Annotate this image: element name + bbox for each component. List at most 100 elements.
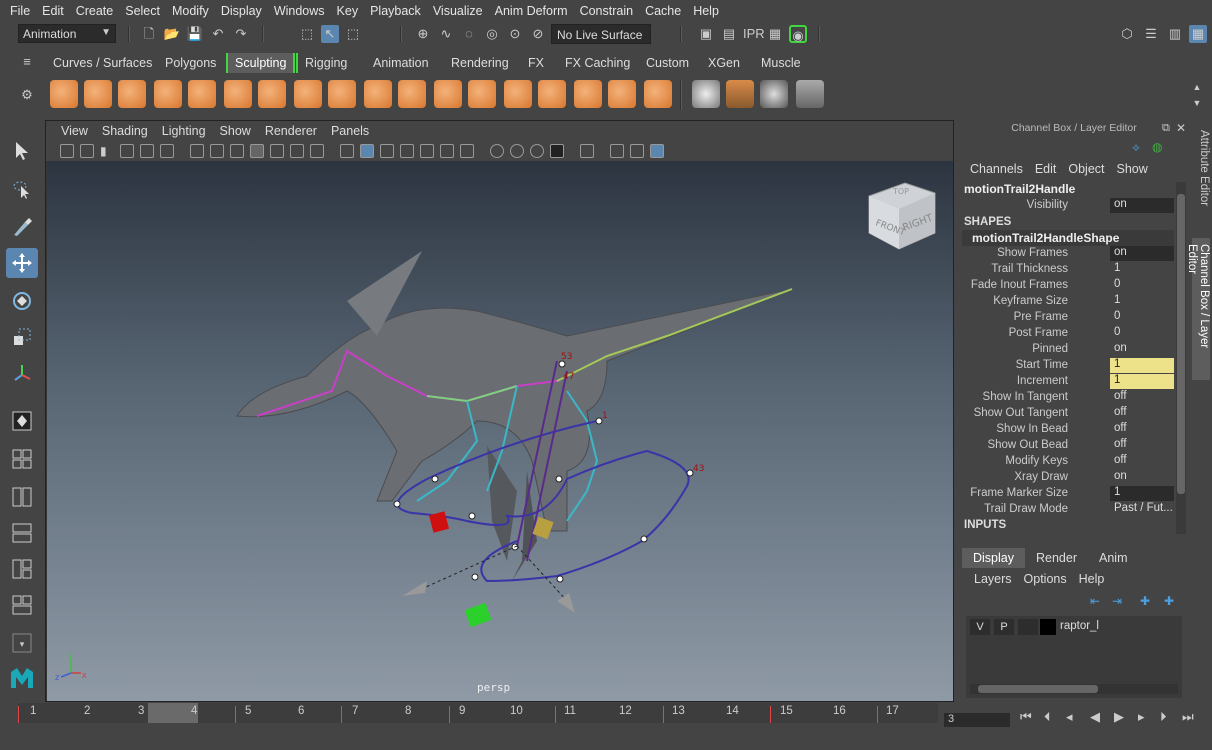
smear-brush-icon[interactable] (538, 80, 566, 108)
menu-anim-deform[interactable]: Anim Deform (489, 4, 574, 18)
channel-box-toggle-icon[interactable]: ▦ (1189, 25, 1207, 43)
select-hierarchy-icon[interactable]: ⬚ (298, 25, 316, 43)
channel-box-scrollbar[interactable] (1176, 182, 1186, 534)
sculpt-brush-icon[interactable] (50, 80, 78, 108)
image-plane-icon[interactable] (120, 144, 134, 158)
channel-row[interactable]: Modify Keys off (960, 454, 1174, 470)
channel-row[interactable]: Trail Thickness 1 (960, 262, 1174, 278)
step-forward-key-icon[interactable]: ▸ (1138, 709, 1145, 725)
channel-value[interactable]: off (1110, 438, 1174, 453)
tab-display[interactable]: Display (962, 548, 1025, 568)
persp-graph-layout-icon[interactable] (6, 518, 38, 548)
shelf-menu-icon[interactable]: ≡ (18, 53, 36, 71)
camera-attributes-icon[interactable] (80, 144, 94, 158)
viewport-menu-lighting[interactable]: Lighting (155, 124, 213, 138)
shelf-tab-sculpting[interactable]: Sculpting (226, 53, 296, 73)
channel-box-menu-channels[interactable]: Channels (964, 162, 1029, 176)
tab-anim[interactable]: Anim (1088, 548, 1138, 568)
persp-outliner-layout-icon[interactable] (6, 482, 38, 512)
convert-to-frozen-icon[interactable] (692, 80, 720, 108)
viewport-menu-view[interactable]: View (54, 124, 95, 138)
shelf-tab-xgen[interactable]: XGen (701, 53, 747, 73)
knife-brush-icon[interactable] (504, 80, 532, 108)
menu-create[interactable]: Create (70, 4, 120, 18)
select-component-icon[interactable]: ⬚ (344, 25, 362, 43)
freeze-brush-icon[interactable] (644, 80, 672, 108)
go-to-start-icon[interactable]: ⏮ (1020, 709, 1032, 725)
scrollbar-thumb[interactable] (1177, 194, 1185, 494)
repeat-brush-icon[interactable] (328, 80, 356, 108)
anti-aliasing-icon[interactable] (510, 144, 524, 158)
spray-brush-icon[interactable] (294, 80, 322, 108)
menu-key[interactable]: Key (331, 4, 365, 18)
channel-value[interactable]: 0 (1110, 326, 1174, 341)
xray-icon[interactable] (580, 144, 594, 158)
viewport-scene[interactable]: 53 47 43 1 FRONT RIGHT TOP y x z persp (47, 161, 953, 701)
shape-node-name[interactable]: motionTrail2HandleShape (962, 230, 1174, 246)
menu-set-dropdown[interactable]: Animation ▼ (18, 24, 116, 43)
viewport-menu-show[interactable]: Show (213, 124, 258, 138)
sync-icon[interactable]: ◍ (1152, 140, 1162, 154)
render-frame-icon[interactable]: ▤ (720, 25, 738, 43)
channel-value[interactable]: Past / Fut... (1110, 502, 1174, 517)
layer-menu-options[interactable]: Options (1018, 572, 1073, 586)
menu-modify[interactable]: Modify (166, 4, 215, 18)
channel-box-menu-show[interactable]: Show (1111, 162, 1154, 176)
four-view-layout-icon[interactable] (6, 444, 38, 474)
field-chart-icon[interactable] (270, 144, 284, 158)
new-empty-layer-icon[interactable]: ✚ (1140, 594, 1150, 608)
channel-row[interactable]: Increment 1 (960, 374, 1174, 390)
wireframe-on-shaded-icon[interactable] (380, 144, 394, 158)
tab-attribute-editor[interactable]: Attribute Editor (1192, 124, 1210, 234)
move-layer-down-icon[interactable]: ⇥ (1112, 594, 1122, 608)
time-slider[interactable]: 1 2 3 4 5 6 7 8 9 10 11 12 13 14 15 16 1… (0, 703, 1212, 750)
channel-value[interactable]: off (1110, 422, 1174, 437)
safe-action-icon[interactable] (290, 144, 304, 158)
grid-icon[interactable] (190, 144, 204, 158)
layer-display-type-toggle[interactable] (1018, 619, 1038, 635)
shelf-settings-icon[interactable]: ⚙ (18, 86, 36, 104)
fill-brush-icon[interactable] (468, 80, 496, 108)
channel-row[interactable]: Post Frame 0 (960, 326, 1174, 342)
channel-value[interactable]: 0 (1110, 278, 1174, 293)
layer-color-swatch[interactable] (1040, 619, 1056, 635)
layer-visibility-toggle[interactable]: V (970, 619, 990, 635)
menu-playback[interactable]: Playback (364, 4, 427, 18)
blend-shape-icon[interactable] (796, 80, 824, 108)
menu-visualize[interactable]: Visualize (427, 4, 489, 18)
2d-pan-zoom-icon[interactable] (140, 144, 154, 158)
foamy-brush-icon[interactable] (258, 80, 286, 108)
menu-constrain[interactable]: Constrain (574, 4, 640, 18)
save-scene-icon[interactable]: 💾 (186, 25, 204, 43)
key-selected-icon[interactable]: ⟡ (1132, 140, 1140, 155)
layer-name[interactable]: raptor_l (1060, 620, 1099, 632)
play-backwards-icon[interactable]: ◀ (1090, 709, 1100, 725)
layer-list-hscrollbar[interactable] (970, 684, 1178, 694)
channel-row[interactable]: Show Out Bead off (960, 438, 1174, 454)
motion-blur-icon[interactable] (490, 144, 504, 158)
select-camera-icon[interactable] (60, 144, 74, 158)
paint-select-tool-icon[interactable] (6, 212, 38, 242)
amplify-brush-icon[interactable] (608, 80, 636, 108)
channel-value[interactable]: on (1110, 198, 1174, 213)
channel-value[interactable]: 1 (1110, 294, 1174, 309)
modeling-toolkit-icon[interactable]: ⬡ (1118, 25, 1136, 43)
menu-select[interactable]: Select (119, 4, 166, 18)
hud-icon[interactable] (650, 144, 664, 158)
smooth-brush-icon[interactable] (84, 80, 112, 108)
step-back-key-icon[interactable]: ◂ (1066, 709, 1073, 725)
channel-row[interactable]: Pinned on (960, 342, 1174, 358)
layer-menu-layers[interactable]: Layers (968, 572, 1018, 586)
viewport-menu-shading[interactable]: Shading (95, 124, 155, 138)
channel-box-menu-edit[interactable]: Edit (1029, 162, 1063, 176)
single-layout-icon[interactable] (6, 406, 38, 436)
attribute-editor-toggle-icon[interactable]: ☰ (1142, 25, 1160, 43)
bookmark-icon[interactable]: ▮ (100, 144, 114, 158)
snap-grid-icon[interactable]: ⊕ (414, 25, 432, 43)
safe-title-icon[interactable] (310, 144, 324, 158)
bulge-brush-icon[interactable] (574, 80, 602, 108)
use-all-lights-icon[interactable] (420, 144, 434, 158)
isolate-select-icon[interactable] (550, 144, 564, 158)
render-view-icon[interactable]: ▣ (697, 25, 715, 43)
menu-file[interactable]: File (4, 4, 36, 18)
